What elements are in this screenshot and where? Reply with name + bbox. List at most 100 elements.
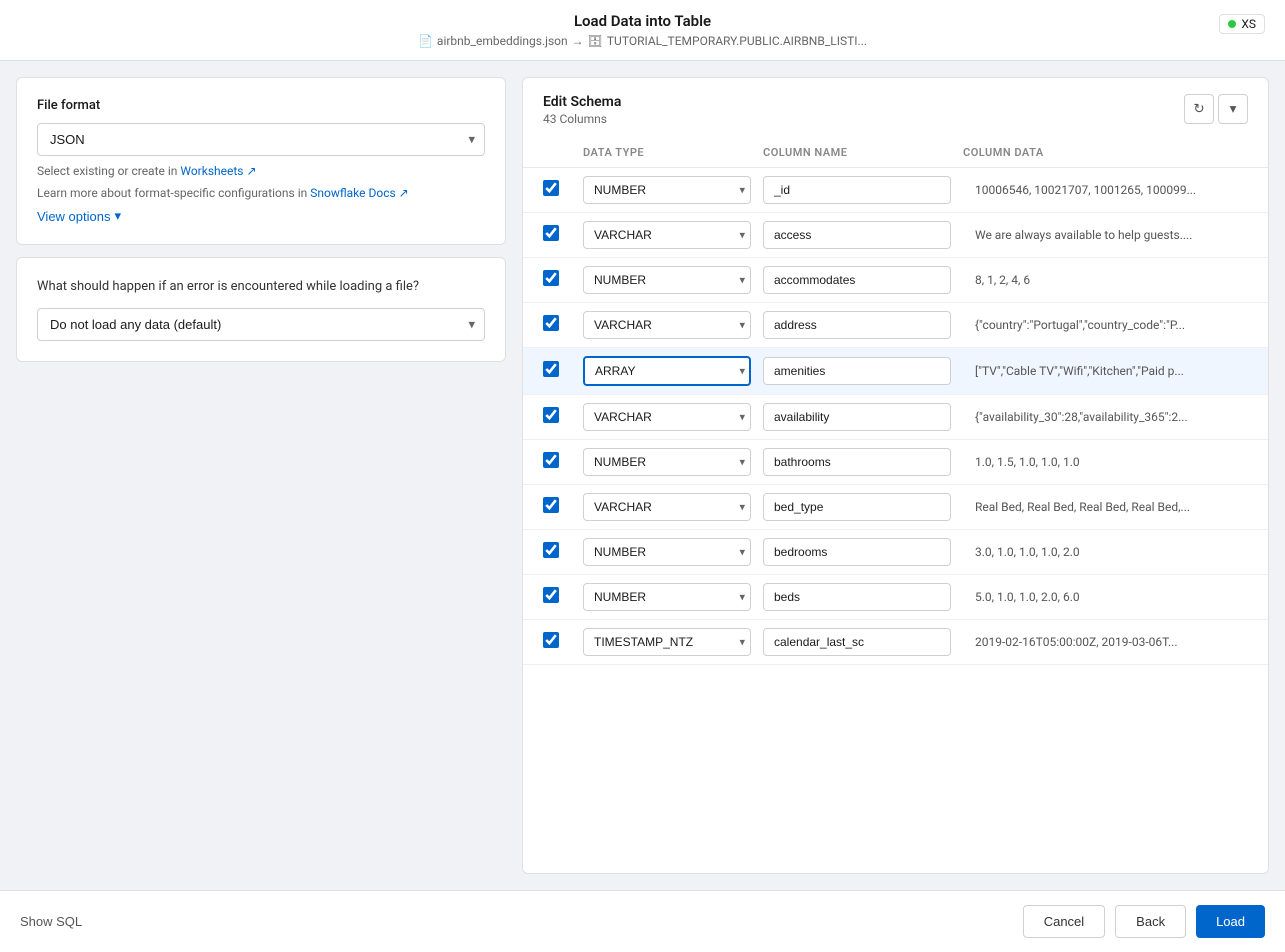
row-checkbox[interactable]: [543, 225, 583, 245]
checkbox-header-col: [543, 146, 583, 159]
column-name-input[interactable]: [763, 583, 951, 611]
type-select[interactable]: NUMBERVARCHARARRAYOBJECTBOOLEANFLOATTIME…: [583, 538, 751, 566]
column-data: 5.0, 1.0, 1.0, 2.0, 6.0: [963, 590, 1248, 604]
column-name-input[interactable]: [763, 266, 951, 294]
collapse-button[interactable]: ▾: [1218, 94, 1248, 124]
file-format-select[interactable]: JSON CSV Parquet ORC AVRO: [37, 123, 485, 156]
file-name: airbnb_embeddings.json: [437, 34, 568, 48]
table-row: NUMBERVARCHARARRAYOBJECTBOOLEANFLOATTIME…: [523, 258, 1268, 303]
type-select[interactable]: NUMBERVARCHARARRAYOBJECTBOOLEANFLOATTIME…: [583, 448, 751, 476]
column-data: 1.0, 1.5, 1.0, 1.0, 1.0: [963, 455, 1248, 469]
type-select-wrapper: NUMBERVARCHARARRAYOBJECTBOOLEANFLOATTIME…: [583, 176, 751, 204]
table-row: NUMBERVARCHARARRAYOBJECTBOOLEANFLOATTIME…: [523, 348, 1268, 395]
column-data: 10006546, 10021707, 1001265, 100099...: [963, 183, 1248, 197]
help-text-1: Select existing or create in: [37, 164, 180, 178]
cancel-button[interactable]: Cancel: [1023, 905, 1105, 938]
row-checkbox[interactable]: [543, 270, 583, 290]
type-select-wrapper: NUMBERVARCHARARRAYOBJECTBOOLEANFLOATTIME…: [583, 356, 751, 386]
column-data: {"availability_30":28,"availability_365"…: [963, 410, 1248, 424]
data-type-header: DATA TYPE: [583, 146, 763, 159]
column-data-header: COLUMN DATA: [963, 146, 1248, 159]
footer: Show SQL Cancel Back Load: [0, 890, 1285, 952]
table-row: NUMBERVARCHARARRAYOBJECTBOOLEANFLOATTIME…: [523, 485, 1268, 530]
chevron-down-icon: ▾: [1230, 101, 1237, 117]
row-checkbox[interactable]: [543, 542, 583, 562]
table-row: NUMBERVARCHARARRAYOBJECTBOOLEANFLOATTIME…: [523, 213, 1268, 258]
page-header: Load Data into Table 📄 airbnb_embeddings…: [0, 0, 1285, 61]
column-name-input[interactable]: [763, 403, 951, 431]
type-select-wrapper: NUMBERVARCHARARRAYOBJECTBOOLEANFLOATTIME…: [583, 448, 751, 476]
row-checkbox[interactable]: [543, 315, 583, 335]
column-data: 3.0, 1.0, 1.0, 1.0, 2.0: [963, 545, 1248, 559]
column-name-input[interactable]: [763, 493, 951, 521]
type-select[interactable]: NUMBERVARCHARARRAYOBJECTBOOLEANFLOATTIME…: [583, 176, 751, 204]
worksheets-help-text: Select existing or create in Worksheets …: [37, 164, 485, 178]
table-row: NUMBERVARCHARARRAYOBJECTBOOLEANFLOATTIME…: [523, 620, 1268, 665]
error-handling-card: What should happen if an error is encoun…: [16, 257, 506, 362]
row-checkbox[interactable]: [543, 452, 583, 472]
right-panel: Edit Schema 43 Columns ↻ ▾ DATA TYPE COL…: [522, 77, 1269, 874]
badge-label: XS: [1241, 17, 1256, 31]
type-select[interactable]: NUMBERVARCHARARRAYOBJECTBOOLEANFLOATTIME…: [583, 403, 751, 431]
row-checkbox[interactable]: [543, 497, 583, 517]
row-checkbox[interactable]: [543, 587, 583, 607]
column-data: We are always available to help guests..…: [963, 228, 1248, 242]
column-name-input[interactable]: [763, 176, 951, 204]
main-content: File format JSON CSV Parquet ORC AVRO Se…: [0, 61, 1285, 890]
file-format-card: File format JSON CSV Parquet ORC AVRO Se…: [16, 77, 506, 245]
type-select-wrapper: NUMBERVARCHARARRAYOBJECTBOOLEANFLOATTIME…: [583, 266, 751, 294]
refresh-button[interactable]: ↻: [1184, 94, 1214, 124]
snowflake-docs-link[interactable]: Snowflake Docs ↗: [310, 186, 408, 200]
type-select[interactable]: NUMBERVARCHARARRAYOBJECTBOOLEANFLOATTIME…: [583, 583, 751, 611]
back-button[interactable]: Back: [1115, 905, 1186, 938]
schema-header: Edit Schema 43 Columns ↻ ▾: [523, 78, 1268, 126]
column-name-input[interactable]: [763, 628, 951, 656]
type-select[interactable]: NUMBERVARCHARARRAYOBJECTBOOLEANFLOATTIME…: [583, 221, 751, 249]
column-data: {"country":"Portugal","country_code":"P.…: [963, 318, 1248, 332]
type-select-wrapper: NUMBERVARCHARARRAYOBJECTBOOLEANFLOATTIME…: [583, 628, 751, 656]
column-name-input[interactable]: [763, 357, 951, 385]
type-select[interactable]: NUMBERVARCHARARRAYOBJECTBOOLEANFLOATTIME…: [583, 628, 751, 656]
column-name-input[interactable]: [763, 311, 951, 339]
row-checkbox[interactable]: [543, 632, 583, 652]
column-data: ["TV","Cable TV","Wifi","Kitchen","Paid …: [963, 364, 1248, 378]
arrow-icon: →: [572, 34, 584, 48]
row-checkbox[interactable]: [543, 407, 583, 427]
row-checkbox[interactable]: [543, 180, 583, 200]
error-question: What should happen if an error is encoun…: [37, 278, 485, 296]
type-select-wrapper: NUMBERVARCHARARRAYOBJECTBOOLEANFLOATTIME…: [583, 311, 751, 339]
column-data: Real Bed, Real Bed, Real Bed, Real Bed,.…: [963, 500, 1248, 514]
schema-title-section: Edit Schema 43 Columns: [543, 94, 621, 126]
destination-name: TUTORIAL_TEMPORARY.PUBLIC.AIRBNB_LISTI..…: [607, 34, 867, 48]
file-format-select-wrapper: JSON CSV Parquet ORC AVRO: [37, 123, 485, 156]
table-row: NUMBERVARCHARARRAYOBJECTBOOLEANFLOATTIME…: [523, 168, 1268, 213]
type-select[interactable]: NUMBERVARCHARARRAYOBJECTBOOLEANFLOATTIME…: [583, 356, 751, 386]
type-select-wrapper: NUMBERVARCHARARRAYOBJECTBOOLEANFLOATTIME…: [583, 538, 751, 566]
column-name-input[interactable]: [763, 538, 951, 566]
schema-actions: ↻ ▾: [1184, 94, 1248, 124]
table-row: NUMBERVARCHARARRAYOBJECTBOOLEANFLOATTIME…: [523, 395, 1268, 440]
column-name-input[interactable]: [763, 221, 951, 249]
column-data: 8, 1, 2, 4, 6: [963, 273, 1248, 287]
error-handling-select[interactable]: Do not load any data (default) Continue …: [37, 308, 485, 341]
type-select-wrapper: NUMBERVARCHARARRAYOBJECTBOOLEANFLOATTIME…: [583, 221, 751, 249]
row-checkbox[interactable]: [543, 361, 583, 381]
type-select[interactable]: NUMBERVARCHARARRAYOBJECTBOOLEANFLOATTIME…: [583, 311, 751, 339]
page-title: Load Data into Table: [20, 12, 1265, 30]
chevron-down-icon: ▾: [114, 208, 121, 224]
db-icon: 🗄: [588, 34, 603, 48]
show-sql-button[interactable]: Show SQL: [20, 914, 82, 929]
column-name-header: COLUMN NAME: [763, 146, 963, 159]
column-name-input[interactable]: [763, 448, 951, 476]
type-select[interactable]: NUMBERVARCHARARRAYOBJECTBOOLEANFLOATTIME…: [583, 493, 751, 521]
type-select-wrapper: NUMBERVARCHARARRAYOBJECTBOOLEANFLOATTIME…: [583, 583, 751, 611]
schema-columns-count: 43 Columns: [543, 112, 621, 126]
file-icon: 📄: [418, 34, 433, 48]
type-select[interactable]: NUMBERVARCHARARRAYOBJECTBOOLEANFLOATTIME…: [583, 266, 751, 294]
table-row: NUMBERVARCHARARRAYOBJECTBOOLEANFLOATTIME…: [523, 530, 1268, 575]
worksheets-link[interactable]: Worksheets ↗: [180, 164, 256, 178]
load-button[interactable]: Load: [1196, 905, 1265, 938]
schema-rows: NUMBERVARCHARARRAYOBJECTBOOLEANFLOATTIME…: [523, 168, 1268, 873]
help-text-2: Learn more about format-specific configu…: [37, 186, 310, 200]
view-options-button[interactable]: View options ▾: [37, 208, 121, 224]
